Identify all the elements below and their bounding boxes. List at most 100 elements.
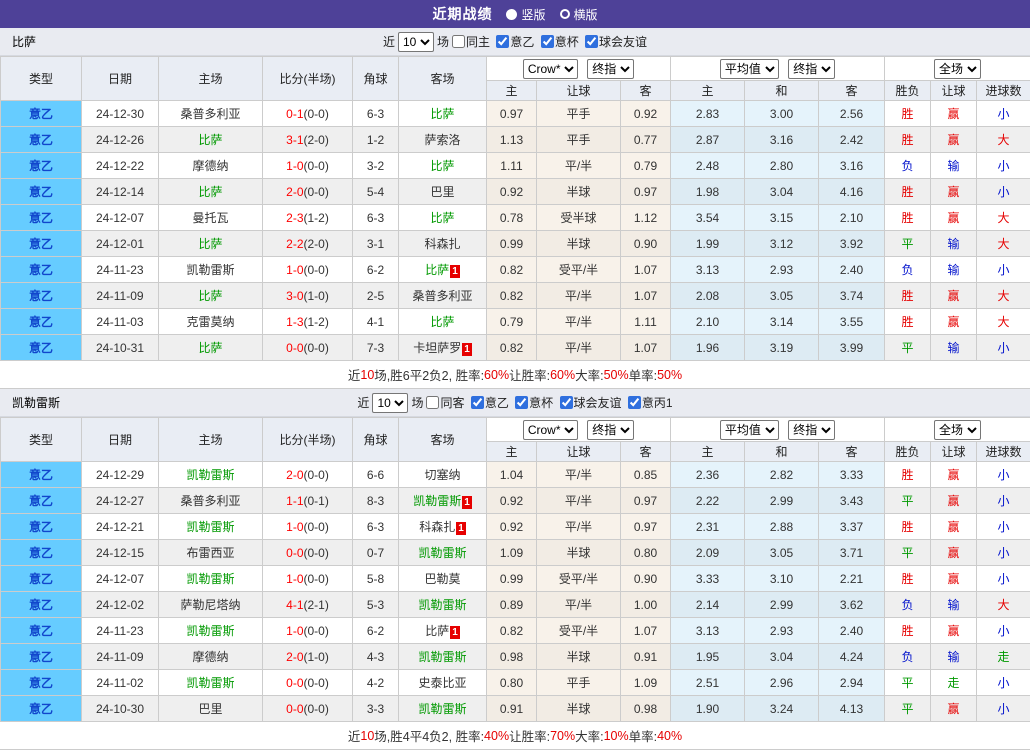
league-type: 意乙 [1,335,82,361]
summary-carrarese: 近10场,胜4平4负2, 胜率:40% 让胜率:70% 大率:10% 单率:40… [0,722,1030,750]
league-filter-checkbox[interactable] [515,396,528,409]
summary-text: 大率: [575,365,603,384]
corner-score: 3-2 [353,153,399,179]
handicap-line: 受平/半 [537,618,621,644]
result-handicap: 赢 [931,283,977,309]
table-row: 意乙 24-12-21 凯勒雷斯 1-0(0-0) 6-3 科森扎1 0.92 … [1,514,1030,540]
subcol-handicap-away: 客 [621,81,671,101]
halftime-score: (0-0) [304,702,329,716]
result-outcome: 平 [885,696,931,722]
league-filter-checkbox[interactable] [541,35,554,48]
handicap-away-odds: 1.11 [621,309,671,335]
match-date: 24-12-15 [82,540,159,566]
radio-unselected-icon [560,9,570,19]
fulltime-score: 3-0 [286,289,303,303]
league-filter-checkbox[interactable] [496,35,509,48]
handicap-line: 平/半 [537,592,621,618]
avg-away-odds: 2.42 [819,127,885,153]
odd-rate: 50% [657,368,682,382]
home-team: 凯勒雷斯 [159,514,263,540]
recent-label: 近 [383,33,395,50]
section-team-name: 比萨 [12,33,36,50]
handicap-home-odds: 0.80 [487,670,537,696]
vertical-layout-radio[interactable]: 竖版 [506,6,545,23]
average-odds-select[interactable]: 平均值 [720,59,779,79]
fulltime-score: 4-1 [286,598,303,612]
league-filter[interactable]: 球会友谊 [558,394,622,411]
subcol-result: 胜负 [885,442,931,462]
match-count-select[interactable]: 10 [372,393,408,413]
subcol-handicap-home: 主 [487,81,537,101]
avg-draw-odds: 2.88 [745,514,819,540]
league-filter[interactable]: 意杯 [539,33,579,50]
corner-score: 4-1 [353,309,399,335]
score-cell: 2-0(0-0) [263,179,353,205]
avg-away-odds: 3.37 [819,514,885,540]
bookmaker-select[interactable]: Crow* [523,420,578,440]
league-filter-checkbox[interactable] [471,396,484,409]
handicap-line: 半球 [537,231,621,257]
team-badge: 1 [462,343,472,356]
subcol-handicap-result: 让球 [931,442,977,462]
average-odds-select[interactable]: 平均值 [720,420,779,440]
match-count-select[interactable]: 10 [398,32,434,52]
away-team: 比萨 [399,101,487,127]
result-handicap: 走 [931,670,977,696]
fulltime-score: 1-0 [286,624,303,638]
away-team: 科森扎 [399,231,487,257]
corner-score: 3-3 [353,696,399,722]
result-handicap: 赢 [931,696,977,722]
score-cell: 0-0(0-0) [263,696,353,722]
full-match-select[interactable]: 全场 [934,59,981,79]
table-row: 意乙 24-10-30 巴里 0-0(0-0) 3-3 凯勒雷斯 0.91 半球… [1,696,1030,722]
avg-draw-odds: 2.99 [745,592,819,618]
final-average-select[interactable]: 终指 [788,59,835,79]
table-row: 意乙 24-12-01 比萨 2-2(2-0) 3-1 科森扎 0.99 半球 … [1,231,1030,257]
col-header-type: 类型 [1,418,82,462]
avg-draw-odds: 3.15 [745,205,819,231]
league-filter-label: 意乙 [485,394,509,411]
subcol-handicap-line: 让球 [537,81,621,101]
table-row: 意乙 24-12-22 摩德纳 1-0(0-0) 3-2 比萨 1.11 平/半… [1,153,1030,179]
halftime-score: (0-0) [304,676,329,690]
handicap-line: 平/半 [537,335,621,361]
league-filter[interactable]: 意丙1 [626,394,673,411]
result-outcome: 平 [885,231,931,257]
halftime-score: (1-0) [304,289,329,303]
subcol-goals-result: 进球数 [977,81,1030,101]
bookmaker-select[interactable]: Crow* [523,59,578,79]
final-odds-select[interactable]: 终指 [587,420,634,440]
away-team: 巴里 [399,179,487,205]
league-filter[interactable]: 意乙 [469,394,509,411]
halftime-score: (0-0) [304,341,329,355]
result-outcome: 负 [885,153,931,179]
result-handicap: 赢 [931,127,977,153]
horizontal-layout-radio[interactable]: 横版 [560,6,598,23]
score-cell: 2-0(1-0) [263,644,353,670]
handicap-away-odds: 1.09 [621,670,671,696]
league-type: 意乙 [1,179,82,205]
final-odds-select[interactable]: 终指 [587,59,634,79]
league-filter-checkbox[interactable] [560,396,573,409]
handicap-home-odds: 0.89 [487,592,537,618]
league-filter-checkbox[interactable] [585,35,598,48]
league-filter[interactable]: 意乙 [494,33,534,50]
final-average-select[interactable]: 终指 [788,420,835,440]
result-goals: 大 [977,231,1030,257]
subcol-avg-home: 主 [671,442,745,462]
league-filter[interactable]: 同主 [450,33,490,50]
col-header-type: 类型 [1,57,82,101]
handicap-home-odds: 0.79 [487,309,537,335]
league-filter-checkbox[interactable] [452,35,465,48]
league-filter[interactable]: 同客 [424,394,464,411]
full-match-select[interactable]: 全场 [934,420,981,440]
league-filter[interactable]: 意杯 [513,394,553,411]
league-filter[interactable]: 球会友谊 [583,33,647,50]
match-date: 24-11-09 [82,644,159,670]
league-filter-checkbox[interactable] [628,396,641,409]
fulltime-score: 0-0 [286,341,303,355]
score-cell: 2-2(2-0) [263,231,353,257]
avg-home-odds: 3.13 [671,257,745,283]
avg-away-odds: 3.62 [819,592,885,618]
league-filter-checkbox[interactable] [426,396,439,409]
